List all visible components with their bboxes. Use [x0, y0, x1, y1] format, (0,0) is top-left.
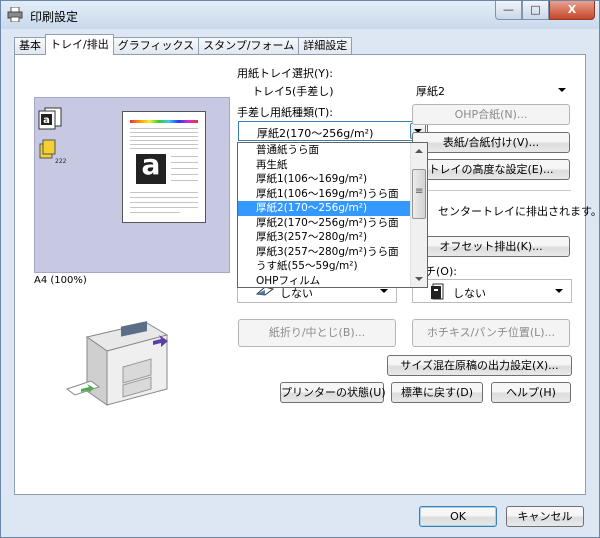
svg-text:a: a: [43, 115, 50, 126]
tab-stamp-form[interactable]: スタンプ/フォーム: [198, 37, 300, 55]
list-item[interactable]: 普通紙うら面: [238, 143, 410, 158]
paper-tray-value: トレイ5(手差し): [252, 85, 334, 98]
tab-advanced[interactable]: 詳細設定: [298, 37, 353, 55]
paper-tray-label: 用紙トレイ選択(Y):: [237, 67, 334, 80]
chevron-down-icon: [558, 87, 566, 92]
title-bar[interactable]: 印刷設定 — □ X: [1, 1, 599, 29]
bypass-type-dropdown-list[interactable]: 普通紙うら面 再生紙 厚紙1(106～169g/m²) 厚紙1(106～169g…: [237, 142, 428, 288]
print-preview: a 222 a: [34, 97, 230, 273]
staple-position-button[interactable]: ホチキス/パンチ位置(L)...: [412, 319, 570, 347]
staple-value: しない: [453, 287, 486, 300]
cancel-button[interactable]: キャンセル: [506, 506, 584, 527]
sample-glyph: a: [136, 151, 166, 184]
tab-graphics[interactable]: グラフィックス: [112, 37, 200, 55]
bypass-type-label: 手差し用紙種類(T):: [237, 106, 334, 119]
help-button[interactable]: ヘルプ(H): [491, 382, 571, 403]
ohp-interleave-button[interactable]: OHP合紙(N)...: [412, 104, 570, 125]
layout-a-icon: a: [38, 107, 62, 130]
list-item[interactable]: 厚紙2(170～256g/m²)うら面: [238, 216, 410, 231]
list-item[interactable]: OHPフィルム: [238, 274, 410, 289]
chevron-down-icon: [380, 289, 388, 293]
preview-paper: a: [122, 111, 206, 223]
color-bar: [130, 120, 198, 123]
tab-bar: 基本 トレイ/排出 グラフィックス スタンプ/フォーム 詳細設定: [14, 34, 353, 55]
print-settings-window: 印刷設定 — □ X 基本 トレイ/排出 グラフィックス スタンプ/フォーム 詳…: [0, 0, 600, 538]
paper-size-label: A4 (100%): [34, 275, 87, 286]
list-item-selected[interactable]: 厚紙2(170～256g/m²): [238, 201, 410, 216]
staple-document-icon: [431, 283, 444, 300]
scroll-thumb[interactable]: [412, 169, 426, 219]
staple-select[interactable]: しない: [412, 279, 572, 303]
svg-text:222: 222: [55, 158, 67, 165]
restore-defaults-button[interactable]: 標準に戻す(D): [391, 382, 483, 403]
tab-tray-output[interactable]: トレイ/排出: [45, 34, 114, 55]
tab-basic[interactable]: 基本: [14, 37, 46, 55]
chevron-down-icon: [555, 289, 563, 293]
list-item[interactable]: 厚紙1(106～169g/m²)うら面: [238, 187, 410, 202]
paper-tray-paper: 厚紙2: [416, 85, 445, 98]
list-item[interactable]: 厚紙1(106～169g/m²): [238, 172, 410, 187]
offset-output-button[interactable]: オフセット排出(K)...: [412, 236, 570, 257]
list-item[interactable]: 厚紙3(257～280g/m²): [238, 230, 410, 245]
list-item[interactable]: 再生紙: [238, 158, 410, 173]
close-button[interactable]: X: [549, 1, 595, 20]
minimize-button[interactable]: —: [495, 1, 522, 20]
bypass-type-value: 厚紙2(170～256g/m²): [257, 127, 374, 140]
scroll-down-icon[interactable]: [411, 271, 427, 287]
list-item[interactable]: うす紙(55～59g/m²): [238, 259, 410, 274]
scroll-up-icon[interactable]: [411, 143, 427, 159]
paper-tray-icon: 222: [39, 139, 67, 165]
list-item[interactable]: 厚紙3(257～280g/m²)うら面: [238, 245, 410, 260]
fold-booklet-button[interactable]: 紙折り/中とじ(B)...: [238, 319, 396, 347]
ok-button[interactable]: OK: [419, 506, 497, 527]
printer-status-button[interactable]: プリンターの状態(U): [280, 382, 386, 403]
staple-punch-label: チ(O):: [425, 265, 457, 278]
mixed-size-output-button[interactable]: サイズ混在原稿の出力設定(X)...: [387, 355, 572, 376]
paper-tray-select[interactable]: トレイ5(手差し) 厚紙2: [237, 81, 571, 98]
tray-advanced-button[interactable]: トレイの高度な設定(E)...: [412, 159, 570, 180]
window-title: 印刷設定: [30, 10, 79, 24]
dropdown-scrollbar[interactable]: [410, 143, 427, 287]
cover-sheet-button[interactable]: 表紙/合紙付け(V)...: [412, 132, 570, 153]
output-destination-text: センタートレイに排出されます。: [438, 205, 600, 218]
printer-icon: [7, 7, 23, 22]
maximize-button[interactable]: □: [522, 1, 549, 20]
bypass-type-select[interactable]: 厚紙2(170～256g/m²): [238, 121, 428, 141]
printer-illustration: [65, 321, 169, 406]
